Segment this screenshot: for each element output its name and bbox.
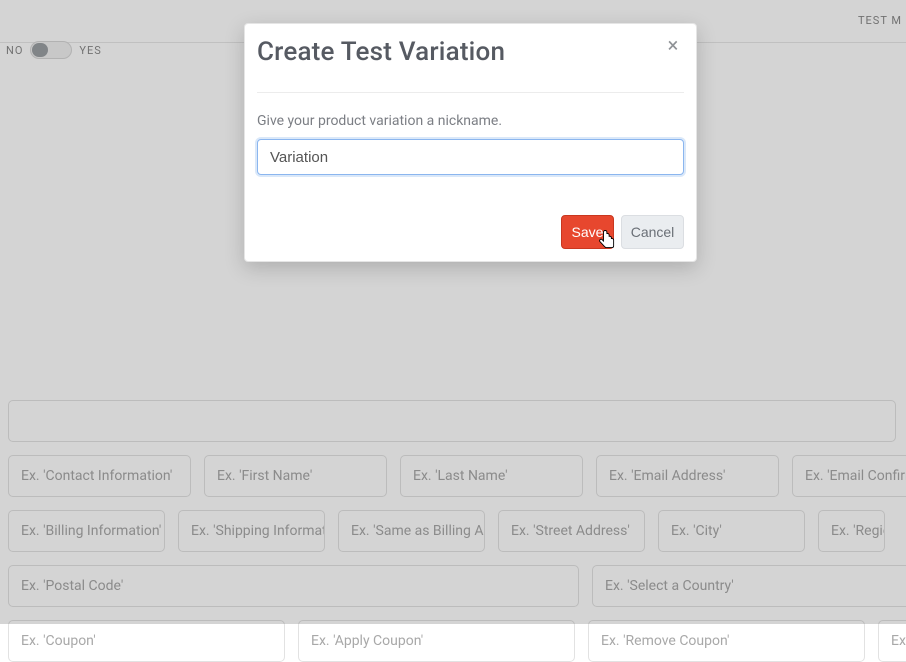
modal-title: Create Test Variation bbox=[257, 37, 505, 67]
save-button[interactable]: Save bbox=[561, 215, 614, 249]
placeholder-field[interactable]: Ex. 'Coupon' bbox=[8, 620, 285, 662]
create-test-variation-modal: Create Test Variation × Give your produc… bbox=[244, 23, 697, 262]
cancel-button[interactable]: Cancel bbox=[621, 215, 684, 249]
placeholder-field[interactable]: Ex. 'Remove Coupon' bbox=[588, 620, 865, 662]
modal-footer: Save Cancel bbox=[257, 215, 684, 249]
placeholder-field[interactable]: Ex. 'Apply Coupon' bbox=[298, 620, 575, 662]
divider bbox=[257, 92, 684, 93]
variation-nickname-input[interactable] bbox=[257, 139, 684, 175]
placeholder-field[interactable]: Ex bbox=[878, 620, 906, 662]
close-icon[interactable]: × bbox=[662, 34, 684, 56]
modal-instruction: Give your product variation a nickname. bbox=[257, 113, 502, 129]
